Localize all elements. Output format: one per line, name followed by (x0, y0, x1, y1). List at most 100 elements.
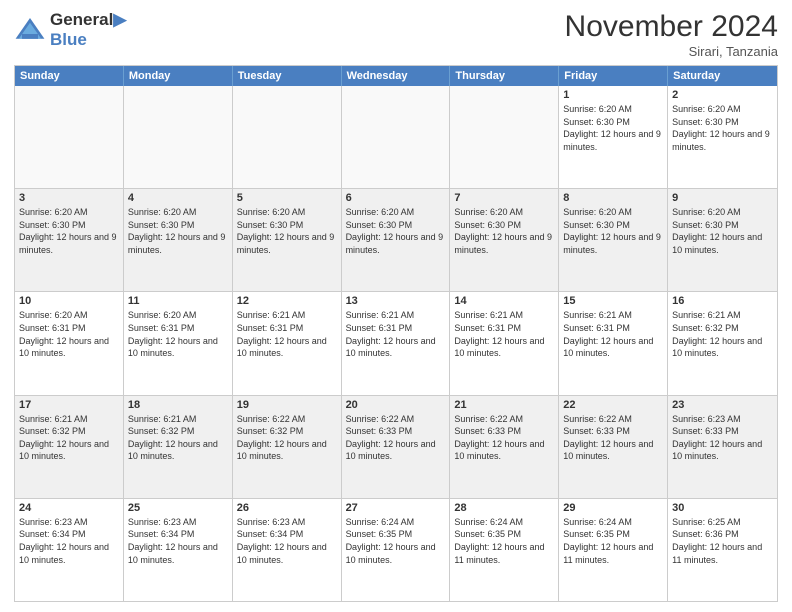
day-number: 9 (672, 192, 773, 204)
day-number: 24 (19, 502, 119, 514)
day-number: 27 (346, 502, 446, 514)
cal-cell (450, 86, 559, 188)
cell-info: Sunrise: 6:20 AMSunset: 6:30 PMDaylight:… (128, 207, 226, 255)
day-number: 29 (563, 502, 663, 514)
cell-info: Sunrise: 6:24 AMSunset: 6:35 PMDaylight:… (346, 517, 436, 565)
cal-cell: 10Sunrise: 6:20 AMSunset: 6:31 PMDayligh… (15, 292, 124, 394)
cell-info: Sunrise: 6:24 AMSunset: 6:35 PMDaylight:… (563, 517, 653, 565)
cal-cell: 3 Sunrise: 6:20 AMSunset: 6:30 PMDaylight… (15, 189, 124, 291)
header-wednesday: Wednesday (342, 66, 451, 86)
day-number: 4 (128, 192, 228, 204)
day-number: 8 (563, 192, 663, 204)
week-row-3: 10Sunrise: 6:20 AMSunset: 6:31 PMDayligh… (15, 291, 777, 394)
cell-info: Sunrise: 6:25 AMSunset: 6:36 PMDaylight:… (672, 517, 762, 565)
day-number: 3 (19, 192, 119, 204)
cal-cell: 30 Sunrise: 6:25 AMSunset: 6:36 PMDayligh… (668, 499, 777, 601)
month-title: November 2024 (565, 10, 778, 44)
week-row-4: 17 Sunrise: 6:21 AMSunset: 6:32 PMDayligh… (15, 395, 777, 498)
logo-icon (14, 16, 46, 44)
day-number: 19 (237, 399, 337, 411)
day-number: 15 (563, 295, 663, 307)
header-sunday: Sunday (15, 66, 124, 86)
cell-info: Sunrise: 6:22 AMSunset: 6:33 PMDaylight:… (346, 414, 436, 462)
day-number: 17 (19, 399, 119, 411)
header: General▶ Blue November 2024 Sirari, Tanz… (14, 10, 778, 59)
calendar: Sunday Monday Tuesday Wednesday Thursday… (14, 65, 778, 602)
header-tuesday: Tuesday (233, 66, 342, 86)
week-row-1: 1 Sunrise: 6:20 AMSunset: 6:30 PMDaylight… (15, 86, 777, 188)
cell-info: Sunrise: 6:20 AMSunset: 6:30 PMDaylight:… (672, 104, 770, 152)
location: Sirari, Tanzania (565, 44, 778, 59)
cell-info: Sunrise: 6:23 AMSunset: 6:34 PMDaylight:… (237, 517, 327, 565)
cal-cell: 25 Sunrise: 6:23 AMSunset: 6:34 PMDayligh… (124, 499, 233, 601)
cell-info: Sunrise: 6:23 AMSunset: 6:34 PMDaylight:… (128, 517, 218, 565)
cell-info: Sunrise: 6:20 AMSunset: 6:31 PMDaylight:… (19, 310, 109, 358)
cal-cell (124, 86, 233, 188)
cal-cell: 5 Sunrise: 6:20 AMSunset: 6:30 PMDaylight… (233, 189, 342, 291)
header-thursday: Thursday (450, 66, 559, 86)
day-number: 11 (128, 295, 228, 307)
day-number: 2 (672, 89, 773, 101)
day-number: 1 (563, 89, 663, 101)
cell-info: Sunrise: 6:23 AMSunset: 6:33 PMDaylight:… (672, 414, 762, 462)
header-saturday: Saturday (668, 66, 777, 86)
cell-info: Sunrise: 6:20 AMSunset: 6:30 PMDaylight:… (19, 207, 117, 255)
cal-cell (15, 86, 124, 188)
day-number: 5 (237, 192, 337, 204)
day-number: 23 (672, 399, 773, 411)
cell-info: Sunrise: 6:20 AMSunset: 6:30 PMDaylight:… (237, 207, 335, 255)
cell-info: Sunrise: 6:20 AMSunset: 6:30 PMDaylight:… (563, 104, 661, 152)
cell-info: Sunrise: 6:20 AMSunset: 6:31 PMDaylight:… (128, 310, 218, 358)
week-row-2: 3 Sunrise: 6:20 AMSunset: 6:30 PMDaylight… (15, 188, 777, 291)
cal-cell: 9 Sunrise: 6:20 AMSunset: 6:30 PMDaylight… (668, 189, 777, 291)
cal-cell (233, 86, 342, 188)
day-number: 28 (454, 502, 554, 514)
day-number: 14 (454, 295, 554, 307)
cal-cell: 27 Sunrise: 6:24 AMSunset: 6:35 PMDayligh… (342, 499, 451, 601)
cal-cell: 29 Sunrise: 6:24 AMSunset: 6:35 PMDayligh… (559, 499, 668, 601)
cal-cell: 11 Sunrise: 6:20 AMSunset: 6:31 PMDayligh… (124, 292, 233, 394)
cell-info: Sunrise: 6:21 AMSunset: 6:32 PMDaylight:… (128, 414, 218, 462)
cell-info: Sunrise: 6:20 AMSunset: 6:30 PMDaylight:… (346, 207, 444, 255)
day-number: 30 (672, 502, 773, 514)
cal-cell: 24 Sunrise: 6:23 AMSunset: 6:34 PMDayligh… (15, 499, 124, 601)
cal-cell: 4 Sunrise: 6:20 AMSunset: 6:30 PMDaylight… (124, 189, 233, 291)
day-number: 26 (237, 502, 337, 514)
cal-cell: 26 Sunrise: 6:23 AMSunset: 6:34 PMDayligh… (233, 499, 342, 601)
day-number: 21 (454, 399, 554, 411)
cell-info: Sunrise: 6:22 AMSunset: 6:32 PMDaylight:… (237, 414, 327, 462)
cell-info: Sunrise: 6:21 AMSunset: 6:31 PMDaylight:… (237, 310, 327, 358)
day-number: 18 (128, 399, 228, 411)
cell-info: Sunrise: 6:22 AMSunset: 6:33 PMDaylight:… (454, 414, 544, 462)
cal-cell: 16Sunrise: 6:21 AMSunset: 6:32 PMDayligh… (668, 292, 777, 394)
cal-cell: 7Sunrise: 6:20 AMSunset: 6:30 PMDaylight… (450, 189, 559, 291)
cell-info: Sunrise: 6:22 AMSunset: 6:33 PMDaylight:… (563, 414, 653, 462)
cell-info: Sunrise: 6:21 AMSunset: 6:32 PMDaylight:… (19, 414, 109, 462)
day-number: 6 (346, 192, 446, 204)
cal-cell: 1 Sunrise: 6:20 AMSunset: 6:30 PMDaylight… (559, 86, 668, 188)
logo-text: General▶ Blue (50, 10, 126, 51)
day-number: 13 (346, 295, 446, 307)
page: General▶ Blue November 2024 Sirari, Tanz… (0, 0, 792, 612)
header-monday: Monday (124, 66, 233, 86)
cell-info: Sunrise: 6:20 AMSunset: 6:30 PMDaylight:… (672, 207, 762, 255)
cell-info: Sunrise: 6:20 AMSunset: 6:30 PMDaylight:… (563, 207, 661, 255)
cal-cell: 17 Sunrise: 6:21 AMSunset: 6:32 PMDayligh… (15, 396, 124, 498)
cal-cell: 8 Sunrise: 6:20 AMSunset: 6:30 PMDaylight… (559, 189, 668, 291)
calendar-header: Sunday Monday Tuesday Wednesday Thursday… (15, 66, 777, 86)
cal-cell: 15Sunrise: 6:21 AMSunset: 6:31 PMDayligh… (559, 292, 668, 394)
cell-info: Sunrise: 6:21 AMSunset: 6:31 PMDaylight:… (454, 310, 544, 358)
day-number: 22 (563, 399, 663, 411)
cal-cell: 2 Sunrise: 6:20 AMSunset: 6:30 PMDaylight… (668, 86, 777, 188)
day-number: 25 (128, 502, 228, 514)
cell-info: Sunrise: 6:21 AMSunset: 6:32 PMDaylight:… (672, 310, 762, 358)
cell-info: Sunrise: 6:21 AMSunset: 6:31 PMDaylight:… (346, 310, 436, 358)
week-row-5: 24 Sunrise: 6:23 AMSunset: 6:34 PMDayligh… (15, 498, 777, 601)
cal-cell: 22 Sunrise: 6:22 AMSunset: 6:33 PMDayligh… (559, 396, 668, 498)
cell-info: Sunrise: 6:23 AMSunset: 6:34 PMDaylight:… (19, 517, 109, 565)
cal-cell: 14 Sunrise: 6:21 AMSunset: 6:31 PMDayligh… (450, 292, 559, 394)
calendar-body: 1 Sunrise: 6:20 AMSunset: 6:30 PMDaylight… (15, 86, 777, 601)
cal-cell: 20Sunrise: 6:22 AMSunset: 6:33 PMDayligh… (342, 396, 451, 498)
cal-cell: 18 Sunrise: 6:21 AMSunset: 6:32 PMDayligh… (124, 396, 233, 498)
cal-cell: 28Sunrise: 6:24 AMSunset: 6:35 PMDayligh… (450, 499, 559, 601)
